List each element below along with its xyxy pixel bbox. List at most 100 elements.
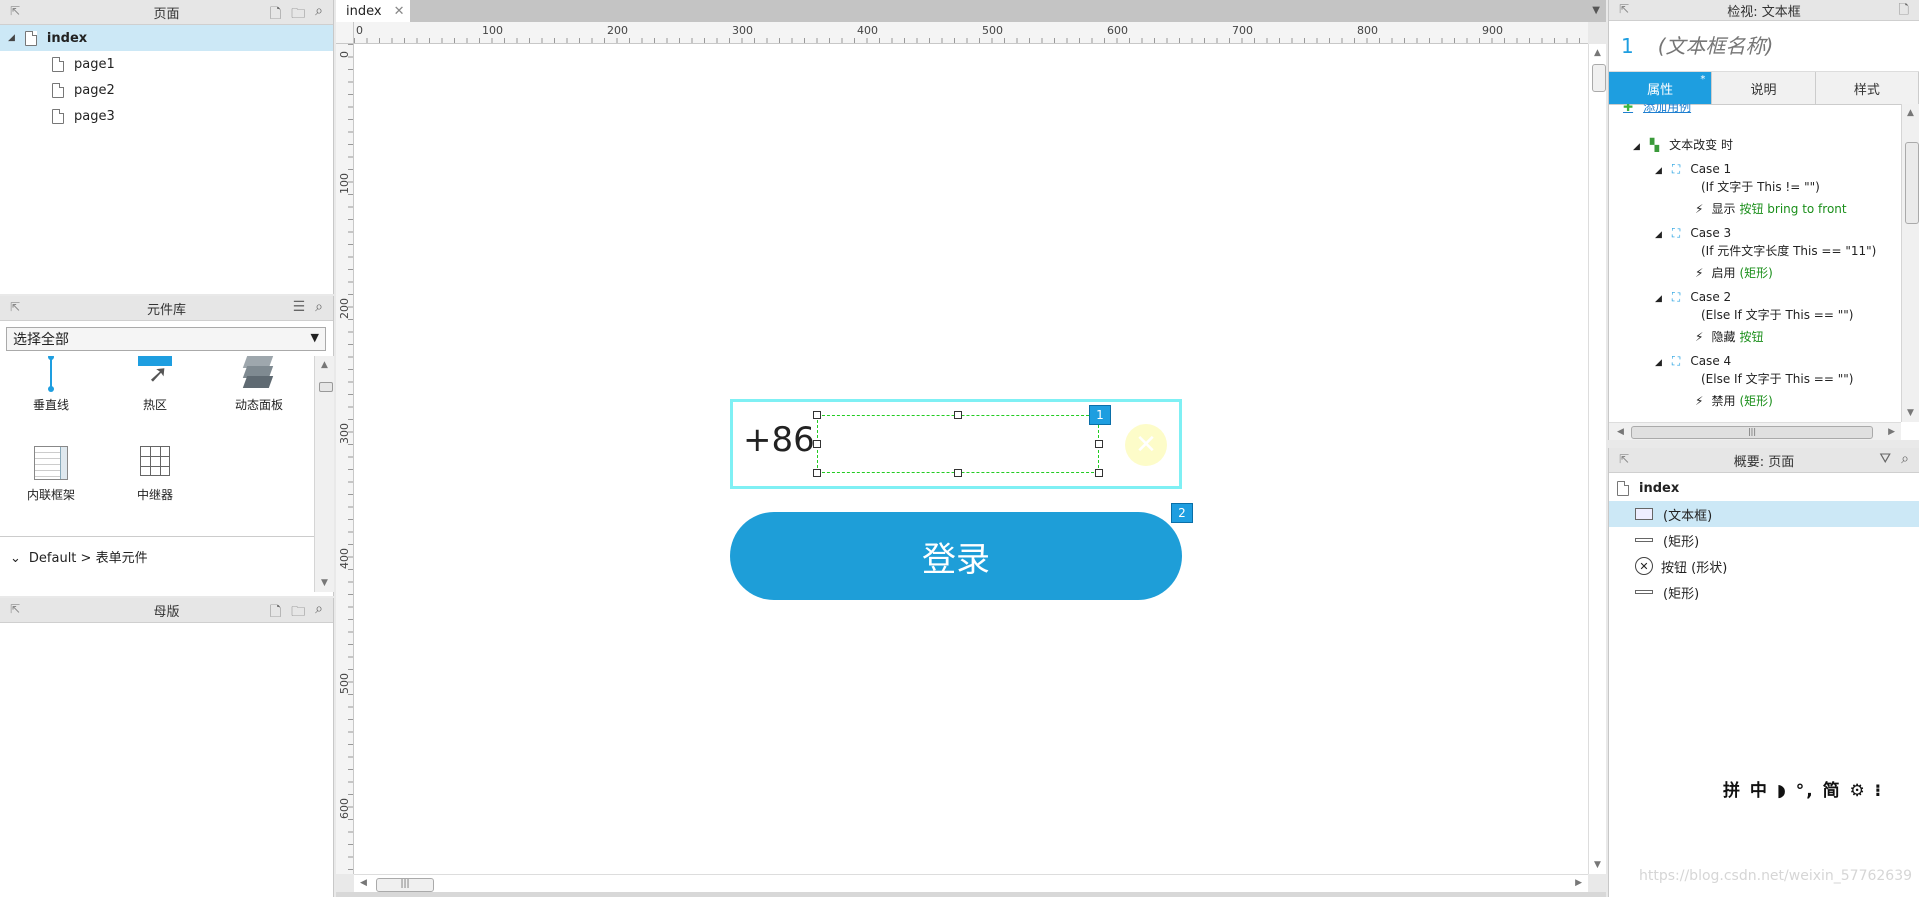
case-row[interactable]: ◢ ⛶ Case 2 xyxy=(1655,290,1731,305)
action-row[interactable]: ⚡ 禁用 (矩形) xyxy=(1695,392,1773,409)
library-item-label: 中继器 xyxy=(136,488,173,502)
library-item-inline-frame[interactable]: 内联框架 xyxy=(6,446,96,503)
tab-notes[interactable]: 说明 xyxy=(1712,72,1816,104)
action-row[interactable]: ⚡ 启用 (矩形) xyxy=(1695,264,1773,281)
watermark: https://blog.csdn.net/weixin_57762639 xyxy=(1639,868,1912,884)
lightning-icon: ⚡ xyxy=(1695,394,1704,408)
ruler-label: 400 xyxy=(857,24,878,37)
library-scroll-thumb[interactable] xyxy=(319,382,333,392)
canvas-scroll-thumb-v[interactable] xyxy=(1592,64,1606,92)
phone-input-container[interactable]: +86 1 ✕ xyxy=(730,399,1182,489)
tab-style[interactable]: 样式 xyxy=(1815,72,1919,104)
add-page-icon[interactable]: 🗋 xyxy=(270,3,281,27)
search-icon[interactable]: ⌕ xyxy=(315,299,323,315)
action-row[interactable]: ⚡ 隐藏 按钮 xyxy=(1695,328,1763,345)
element-name-input[interactable] xyxy=(1655,33,1890,59)
canvas-scroll-thumb-h[interactable]: ||| xyxy=(376,878,434,892)
library-item-dynamic-panel[interactable]: 动态面板 xyxy=(214,356,304,413)
scroll-left-icon[interactable]: ◀ xyxy=(360,878,367,888)
event-row[interactable]: ◢ ▚ 文本改变 时 xyxy=(1633,136,1733,153)
collapse-triangle-icon[interactable]: ◢ xyxy=(8,33,15,43)
library-select[interactable]: 选择全部 ▼ xyxy=(6,327,326,351)
resize-handle[interactable] xyxy=(813,411,821,419)
clear-input-icon[interactable]: ✕ xyxy=(1125,424,1167,466)
add-case-link[interactable]: ✚ 添加用例 xyxy=(1623,104,1691,115)
page-tree-root[interactable]: ◢ index xyxy=(0,25,333,51)
scroll-left-icon[interactable]: ◀ xyxy=(1617,427,1624,437)
page-tree-item[interactable]: page1 xyxy=(0,51,333,77)
resize-handle[interactable] xyxy=(954,469,962,477)
document-icon[interactable]: 🗋 xyxy=(1899,1,1909,23)
add-folder-icon[interactable]: 🗀 xyxy=(291,601,305,625)
search-icon[interactable]: ⌕ xyxy=(315,601,323,625)
phone-text-field[interactable] xyxy=(817,415,1099,473)
library-scrollbar[interactable]: ▲ ▼ xyxy=(314,356,334,592)
resize-handle[interactable] xyxy=(813,469,821,477)
outline-item-textbox[interactable]: (文本框) xyxy=(1609,501,1919,527)
collapse-triangle-icon[interactable]: ◢ xyxy=(1655,294,1662,304)
pin-icon[interactable]: ⇱ xyxy=(10,602,20,616)
collapse-triangle-icon[interactable]: ◢ xyxy=(1655,166,1662,176)
pin-icon[interactable]: ⇱ xyxy=(1619,452,1629,466)
outline-item-button[interactable]: ✕ 按钮 (形状) xyxy=(1609,553,1919,579)
outline-item-rectangle[interactable]: (矩形) xyxy=(1609,527,1919,553)
close-icon[interactable]: ✕ xyxy=(394,4,405,19)
page-tree-item[interactable]: page2 xyxy=(0,77,333,103)
menu-icon[interactable]: ☰ xyxy=(293,299,306,315)
collapse-triangle-icon[interactable]: ◢ xyxy=(1655,358,1662,368)
outline-panel: ⇱ 概要: 页面 ⛛ ⌕ index (文本框) (矩形) ✕ 按钮 (形状) … xyxy=(1608,448,1919,897)
scroll-up-icon[interactable]: ▲ xyxy=(1594,48,1601,58)
case-condition: (If 文字于 This != "") xyxy=(1701,180,1820,194)
canvas-horizontal-scrollbar[interactable]: ◀ ||| ▶ xyxy=(354,874,1588,892)
scroll-down-icon[interactable]: ▼ xyxy=(1907,408,1914,418)
outline-item-rectangle[interactable]: (矩形) xyxy=(1609,579,1919,605)
add-folder-icon[interactable]: 🗀 xyxy=(291,3,305,27)
library-item-repeater[interactable]: 中继器 xyxy=(110,446,200,503)
filter-icon[interactable]: ⛛ xyxy=(1879,451,1891,467)
scroll-up-icon[interactable]: ▲ xyxy=(321,360,328,370)
resize-handle[interactable] xyxy=(1095,440,1103,448)
tab-dropdown-icon[interactable]: ▼ xyxy=(1592,5,1600,16)
scroll-right-icon[interactable]: ▶ xyxy=(1575,878,1582,888)
outline-root[interactable]: index xyxy=(1609,475,1919,501)
action-row[interactable]: ⚡ 显示 按钮 bring to front xyxy=(1695,200,1847,217)
case-row[interactable]: ◢ ⛶ Case 4 xyxy=(1655,354,1731,369)
ime-toolbar[interactable]: 拼 中 ◗ °, 简 ⚙ ⁝ xyxy=(1723,776,1883,801)
scroll-right-icon[interactable]: ▶ xyxy=(1888,427,1895,437)
design-canvas[interactable]: +86 1 ✕ 2 登录 xyxy=(354,44,1588,874)
page-tree-item[interactable]: page3 xyxy=(0,103,333,129)
inspector-scrollbar[interactable]: ▲ ▼ xyxy=(1901,104,1919,422)
collapse-triangle-icon[interactable]: ◢ xyxy=(1633,142,1640,152)
resize-handle[interactable] xyxy=(813,440,821,448)
ruler-label: 200 xyxy=(607,24,628,37)
search-icon[interactable]: ⌕ xyxy=(1901,451,1909,467)
library-item-hotspot[interactable]: ➚ 热区 xyxy=(110,356,200,413)
inspector-hscroll-thumb[interactable]: ||| xyxy=(1631,426,1873,439)
library-group-header[interactable]: ⌄ Default > 表单元件 xyxy=(10,547,148,566)
pin-icon[interactable]: ⇱ xyxy=(10,4,20,18)
library-item-vertical-line[interactable]: 垂直线 xyxy=(6,356,96,413)
scroll-down-icon[interactable]: ▼ xyxy=(1594,860,1601,870)
library-item-label: 热区 xyxy=(142,398,167,412)
inspector-scroll-thumb[interactable] xyxy=(1905,142,1919,224)
ruler-label: 500 xyxy=(338,673,351,694)
case-row[interactable]: ◢ ⛶ Case 3 xyxy=(1655,226,1731,241)
tab-style-label: 样式 xyxy=(1853,82,1880,98)
inspector-panel: ⇱ 检视: 文本框 🗋 1 属性* 说明 样式 ✚ 添加用例 ◢ ▚ 文本改变 时 ◢… xyxy=(1608,0,1919,440)
pin-icon[interactable]: ⇱ xyxy=(1619,2,1629,16)
page-file-icon xyxy=(52,108,64,124)
add-master-icon[interactable]: 🗋 xyxy=(270,601,281,625)
tab-index[interactable]: index ✕ xyxy=(336,0,410,22)
resize-handle[interactable] xyxy=(954,411,962,419)
login-button[interactable]: 登录 xyxy=(730,512,1182,600)
resize-handle[interactable] xyxy=(1095,469,1103,477)
tab-properties[interactable]: 属性 * xyxy=(1609,72,1713,104)
canvas-vertical-scrollbar[interactable]: ▲ ▼ xyxy=(1588,44,1606,874)
case-row[interactable]: ◢ ⛶ Case 1 xyxy=(1655,162,1731,177)
collapse-triangle-icon[interactable]: ◢ xyxy=(1655,230,1662,240)
pin-icon[interactable]: ⇱ xyxy=(10,300,20,314)
search-icon[interactable]: ⌕ xyxy=(315,3,323,27)
inspector-hscrollbar[interactable]: ◀ ||| ▶ xyxy=(1609,422,1901,440)
scroll-down-icon[interactable]: ▼ xyxy=(321,578,328,588)
scroll-up-icon[interactable]: ▲ xyxy=(1907,108,1914,118)
